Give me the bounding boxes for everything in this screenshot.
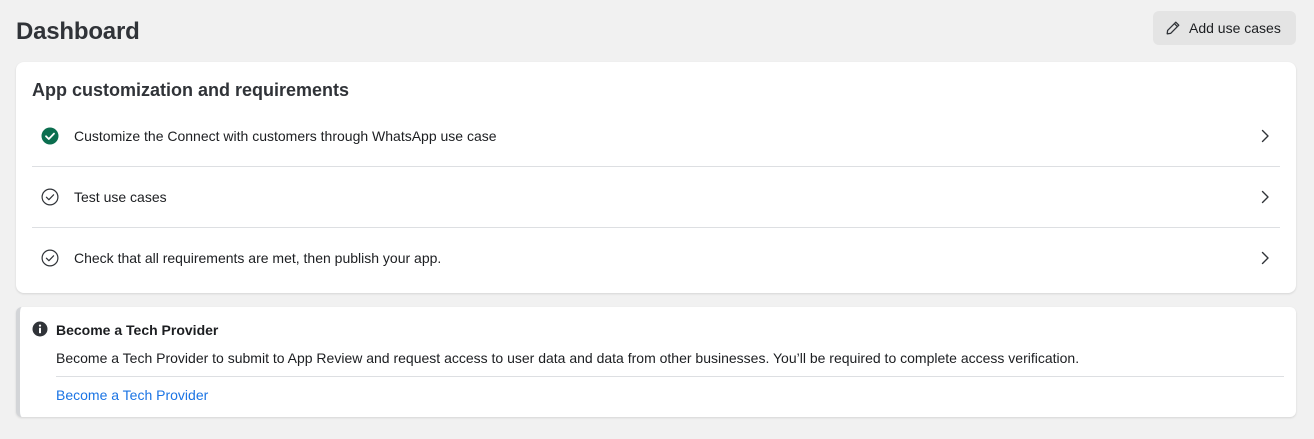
- check-circle-outline-icon: [41, 188, 59, 206]
- tech-provider-notice: Become a Tech Provider Become a Tech Pro…: [16, 307, 1296, 417]
- dashboard-page: Dashboard Add use cases App customizatio…: [0, 0, 1314, 439]
- page-title: Dashboard: [16, 18, 140, 45]
- task-test-use-cases[interactable]: Test use cases: [32, 166, 1280, 227]
- check-circle-filled-icon: [41, 127, 59, 144]
- chevron-right-icon: [1261, 190, 1269, 204]
- add-use-cases-label: Add use cases: [1189, 20, 1281, 36]
- task-label: Customize the Connect with customers thr…: [74, 127, 497, 144]
- task-label: Check that all requirements are met, the…: [74, 250, 442, 266]
- become-tech-provider-link[interactable]: Become a Tech Provider: [56, 387, 208, 403]
- chevron-right-icon: [1261, 251, 1269, 265]
- add-use-cases-button[interactable]: Add use cases: [1153, 11, 1296, 45]
- task-check-requirements-publish[interactable]: Check that all requirements are met, the…: [32, 227, 1280, 288]
- notice-divider: [56, 376, 1284, 377]
- card-title: App customization and requirements: [32, 80, 350, 100]
- task-customize-use-case[interactable]: Customize the Connect with customers thr…: [32, 105, 1280, 166]
- app-customization-card: App customization and requirements Custo…: [16, 62, 1296, 293]
- check-circle-outline-icon: [41, 249, 59, 267]
- chevron-right-icon: [1261, 129, 1269, 142]
- info-icon: [32, 321, 48, 337]
- pencil-icon: [1166, 21, 1180, 35]
- notice-body: Become a Tech Provider to submit to App …: [56, 350, 1080, 366]
- task-label: Test use cases: [74, 189, 167, 205]
- notice-title: Become a Tech Provider: [56, 322, 219, 338]
